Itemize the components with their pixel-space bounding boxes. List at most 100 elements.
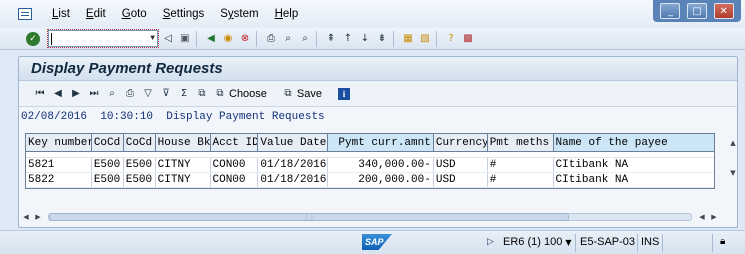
column-header[interactable]: Name of the payee [553, 134, 715, 151]
column-header[interactable]: CoCd [92, 134, 124, 151]
scroll-right-icon[interactable]: ▶ [32, 212, 44, 222]
create-session-icon[interactable]: ▦ [401, 32, 415, 46]
focus-indicator [47, 29, 159, 48]
table-cell[interactable]: E500 [92, 158, 124, 172]
back-icon[interactable]: ◀ [204, 32, 218, 46]
next-icon[interactable]: ▶ [69, 87, 83, 101]
table-cell[interactable]: CON00 [211, 173, 259, 187]
maximize-button[interactable]: □ [686, 3, 707, 19]
column-header[interactable]: Currency [434, 134, 488, 151]
lock-icon[interactable]: 🔒︎ [720, 236, 725, 247]
print-icon[interactable]: ⎙ [264, 32, 278, 46]
table-cell[interactable]: 01/18/2016 [258, 158, 329, 172]
table-cell[interactable]: # [488, 158, 554, 172]
status-expand-icon[interactable]: ▷ [487, 237, 494, 247]
menu-app-icon[interactable] [18, 8, 32, 20]
find-icon[interactable]: ⌕ [281, 32, 295, 46]
chevron-down-icon[interactable]: ▼ [150, 34, 155, 43]
menu-item-settings[interactable]: Settings [163, 8, 205, 20]
shortcut-icon[interactable]: ▧ [418, 32, 432, 46]
save-list-icon: ⧉ [284, 88, 292, 99]
separator [575, 234, 576, 252]
sum-icon[interactable]: Σ [177, 87, 191, 101]
table-header-row: Key number CoCd CoCd House Bk Acct ID Va… [26, 134, 715, 152]
separator [436, 30, 437, 47]
column-header[interactable]: House Bk [156, 134, 211, 151]
table-cell[interactable]: CItibank NA [554, 173, 715, 187]
exit-icon[interactable]: ◉ [221, 32, 235, 46]
enter-check-icon[interactable]: ✓ [26, 31, 40, 46]
scroll-up-icon[interactable]: ▲ [727, 138, 739, 148]
table-cell[interactable]: # [488, 173, 554, 187]
close-button[interactable]: ✕ [713, 3, 734, 19]
table-cell[interactable]: 01/18/2016 [258, 173, 329, 187]
separator [316, 30, 317, 47]
list-title: Display Payment Requests [166, 111, 325, 123]
previous-page-icon[interactable]: ↑ [341, 32, 355, 46]
scroll-track[interactable]: ⋮⋮ [48, 213, 692, 221]
last-page-icon[interactable]: ⇟ [375, 32, 389, 46]
save-icon[interactable]: ▣ [178, 32, 192, 46]
table-cell[interactable]: 340,000.00- [328, 158, 434, 172]
info-icon[interactable]: i [338, 87, 350, 100]
table-cell[interactable]: CITNY [156, 158, 211, 172]
table-cell[interactable]: 5821 [26, 158, 92, 172]
table-cell[interactable]: 200,000.00- [328, 173, 434, 187]
first-icon[interactable]: ⏮ [33, 87, 47, 101]
menu-item-system[interactable]: System [220, 8, 258, 20]
table-cell[interactable]: CITNY [156, 173, 211, 187]
details-icon[interactable]: ⌕ [105, 87, 119, 101]
table-cell[interactable]: CItibank NA [554, 158, 715, 172]
last-icon[interactable]: ⏭ [87, 87, 101, 101]
save-button[interactable]: ⧉ Save [281, 87, 322, 101]
help-icon[interactable]: ? [444, 32, 458, 46]
scroll-thumb[interactable]: ⋮⋮ [49, 213, 569, 221]
cancel-icon[interactable]: ⊗ [238, 32, 252, 46]
scroll-left-end-icon[interactable]: ◀ [696, 212, 708, 222]
table-cell[interactable]: USD [434, 158, 488, 172]
system-info[interactable]: ER6 (1) 100 ▼ [503, 236, 571, 248]
filter-icon[interactable]: ▽ [141, 87, 155, 101]
print-preview-icon[interactable]: ⎙ [123, 87, 137, 101]
menu-item-help[interactable]: Help [275, 8, 299, 20]
column-header[interactable]: Pmt meths [488, 134, 554, 151]
column-header[interactable]: Acct ID [211, 134, 259, 151]
chevron-down-icon[interactable]: ▼ [565, 238, 571, 247]
horizontal-scrollbar[interactable]: ◀ ▶ ⋮⋮ ◀ ▶ [20, 211, 720, 223]
table-cell[interactable]: E500 [92, 173, 124, 187]
customize-layout-icon[interactable]: ▩ [461, 32, 475, 46]
separator [712, 234, 713, 252]
column-header[interactable]: Pymt curr.amnt [328, 134, 434, 151]
choose-button[interactable]: ⧉ Choose [213, 87, 267, 101]
column-header[interactable]: Key number [26, 134, 92, 151]
column-header[interactable]: Value Date [258, 134, 329, 151]
menu-item-goto[interactable]: Goto [122, 8, 147, 20]
input-mode[interactable]: INS [641, 236, 659, 248]
history-back-icon[interactable]: ◁ [161, 32, 175, 46]
scroll-down-icon[interactable]: ▼ [727, 168, 739, 178]
table-cell[interactable]: E500 [124, 158, 156, 172]
menu-item-list[interactable]: List [52, 8, 70, 20]
subtotal-icon[interactable]: ⧉ [195, 87, 209, 101]
minimize-icon: _ [667, 5, 673, 17]
command-field[interactable]: ▼ [47, 29, 159, 48]
find-next-icon[interactable]: ⌕ [298, 32, 312, 46]
title-bar: Display Payment Requests [19, 57, 737, 81]
previous-icon[interactable]: ◀ [51, 87, 65, 101]
table-cell[interactable]: USD [434, 173, 488, 187]
table-cell[interactable]: CON00 [211, 158, 259, 172]
scroll-left-icon[interactable]: ◀ [20, 212, 32, 222]
next-page-icon[interactable]: ↓ [358, 32, 372, 46]
scroll-right-end-icon[interactable]: ▶ [708, 212, 720, 222]
vertical-scrollbar[interactable]: ▲ ▼ [727, 138, 739, 188]
menu-item-edit[interactable]: Edit [86, 8, 106, 20]
system-toolbar: ✓ ▼ ◁ ▣ ◀ ◉ ⊗ ⎙ ⌕ ⌕ ⇞ ↑ ↓ ⇟ ▦ ▧ ? ▩ [0, 28, 745, 50]
set-filter-icon[interactable]: ⊽ [159, 87, 173, 101]
minimize-button[interactable]: _ [660, 3, 681, 19]
column-header[interactable]: CoCd [124, 134, 156, 151]
table-row[interactable]: 5821 E500 E500 CITNY CON00 01/18/2016 34… [26, 158, 714, 173]
table-row[interactable]: 5822 E500 E500 CITNY CON00 01/18/2016 20… [26, 173, 714, 188]
table-cell[interactable]: E500 [124, 173, 156, 187]
first-page-icon[interactable]: ⇞ [324, 32, 338, 46]
table-cell[interactable]: 5822 [26, 173, 92, 187]
